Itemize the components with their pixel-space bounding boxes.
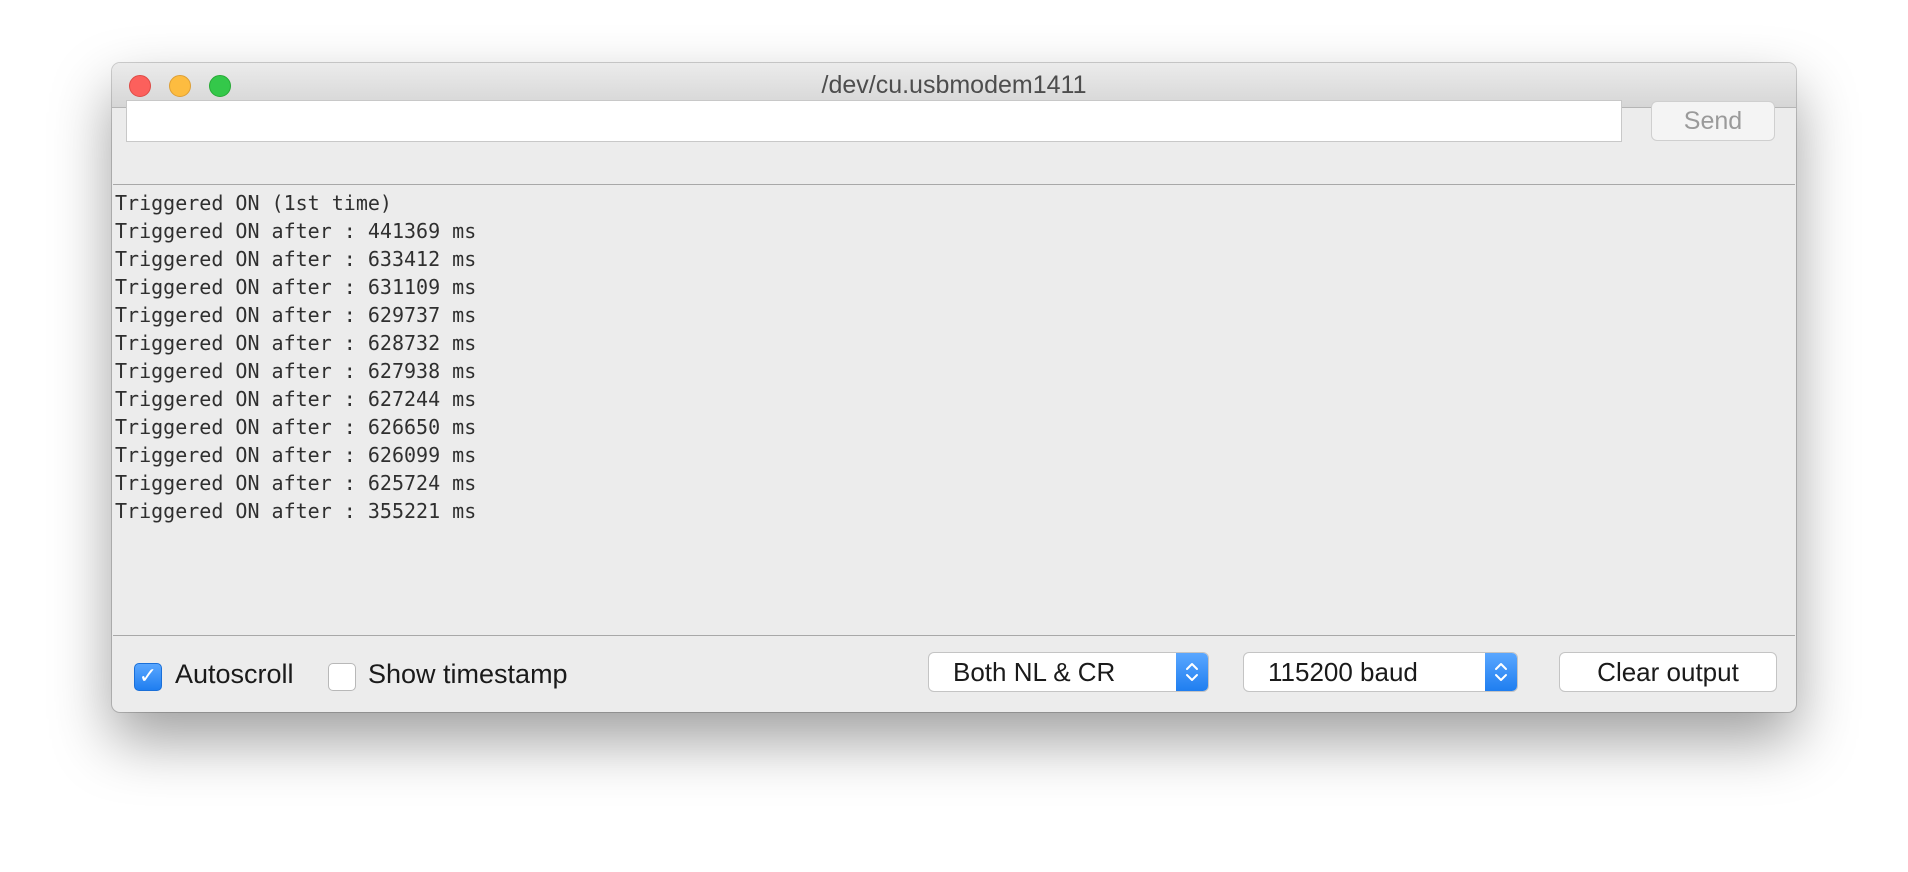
send-button[interactable]: Send [1651,101,1775,141]
output-line: Triggered ON after : 441369 ms [115,219,477,243]
serial-output-area[interactable]: Triggered ON (1st time) Triggered ON afte… [113,184,1795,636]
output-line: Triggered ON after : 629737 ms [115,303,477,327]
line-ending-select[interactable]: Both NL & CR [928,652,1209,692]
output-line: Triggered ON after : 628732 ms [115,331,477,355]
output-line: Triggered ON after : 631109 ms [115,275,477,299]
output-lines: Triggered ON (1st time) Triggered ON afte… [115,189,1793,525]
up-down-chevron-icon [1176,653,1208,691]
checkmark-icon: ✓ [138,664,158,689]
output-line: Triggered ON after : 627938 ms [115,359,477,383]
output-line: Triggered ON after : 627244 ms [115,387,477,411]
output-line: Triggered ON after : 626650 ms [115,415,477,439]
show-timestamp-label[interactable]: Show timestamp [368,659,568,690]
minimize-window-button[interactable] [169,75,191,97]
output-line: Triggered ON (1st time) [115,191,392,215]
close-window-button[interactable] [129,75,151,97]
show-timestamp-checkbox[interactable] [328,663,356,691]
line-ending-value: Both NL & CR [953,657,1116,687]
output-line: Triggered ON after : 355221 ms [115,499,477,523]
serial-send-input[interactable] [126,100,1622,142]
output-line: Triggered ON after : 633412 ms [115,247,477,271]
serial-monitor-window: /dev/cu.usbmodem1411 Send Triggered ON (… [112,63,1796,712]
autoscroll-label[interactable]: Autoscroll [175,659,294,690]
up-down-chevron-icon [1485,653,1517,691]
baud-rate-value: 115200 baud [1268,657,1418,687]
baud-rate-select[interactable]: 115200 baud [1243,652,1518,692]
footer-bar: ✓ Autoscroll Show timestamp Both NL & CR… [112,636,1796,712]
output-line: Triggered ON after : 626099 ms [115,443,477,467]
autoscroll-checkbox[interactable]: ✓ [134,663,162,691]
clear-output-button[interactable]: Clear output [1559,652,1777,692]
output-line: Triggered ON after : 625724 ms [115,471,477,495]
zoom-window-button[interactable] [209,75,231,97]
